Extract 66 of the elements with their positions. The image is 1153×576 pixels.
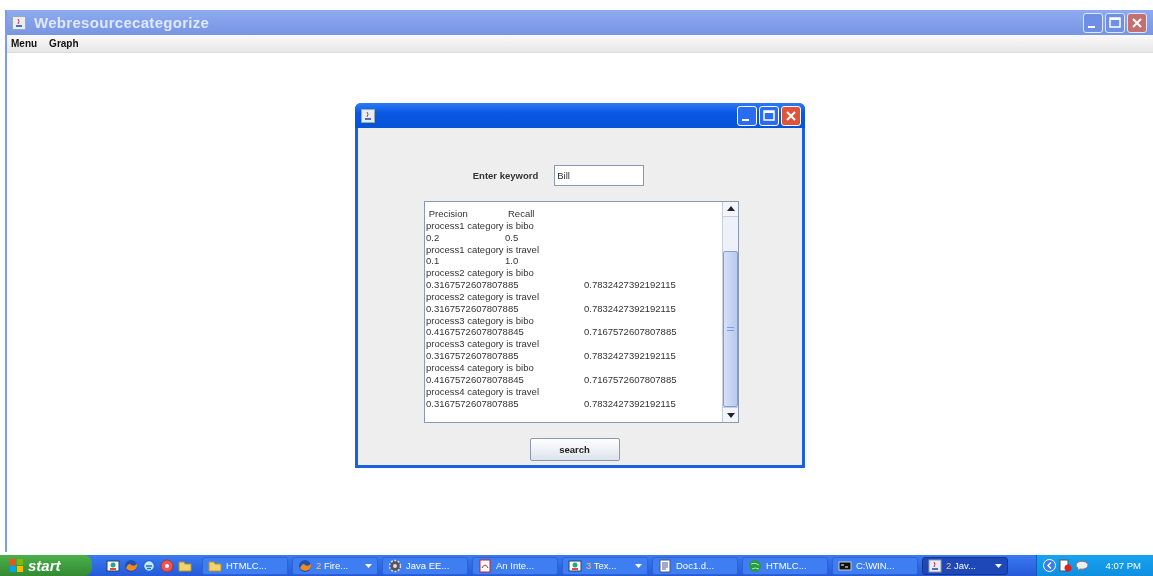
menu-item[interactable]: Menu (11, 38, 38, 49)
speech-bubble-icon[interactable] (1075, 559, 1089, 572)
scroll-down-icon[interactable] (726, 412, 735, 418)
taskbar-button[interactable]: 2 Fire... (292, 556, 378, 575)
console-icon (838, 558, 852, 573)
fox-globe-icon (298, 558, 312, 573)
person-screen-icon (568, 558, 582, 573)
output-line: process2 category is travel (426, 290, 540, 303)
document-icon (658, 558, 672, 573)
disc-icon[interactable] (160, 558, 174, 573)
output-line: process4 category is bibo (426, 361, 535, 374)
search-button[interactable]: search (529, 438, 620, 461)
taskbar-button[interactable]: Doc1.d... (652, 556, 738, 575)
output-line: 0.41675726078078845 0.7167572607807885 (426, 326, 678, 339)
windows-logo-icon (10, 559, 24, 572)
folder-icon (208, 558, 222, 573)
menu-item[interactable]: Graph (49, 38, 79, 49)
keyword-label: Enter keyword (472, 170, 539, 181)
output-line: 0.3167572607807885 0.7832427392192115 (426, 397, 677, 410)
minimize-icon (742, 118, 749, 121)
output-line: 0.1 1.0 (426, 255, 520, 268)
globe-icon (748, 558, 762, 573)
maximize-button[interactable] (1105, 12, 1125, 33)
output-line: process2 category is bibo (426, 267, 535, 280)
taskbar-button[interactable]: An Inte... (472, 556, 558, 575)
clock: 4:07 PM (1105, 560, 1141, 571)
scroll-thumb[interactable] (723, 250, 738, 408)
close-icon (1131, 16, 1143, 29)
java-cup-icon (928, 558, 942, 573)
taskbar-button[interactable]: HTMLC... (742, 556, 828, 575)
taskbar-button[interactable]: Java EE... (382, 556, 468, 575)
close-icon (785, 109, 797, 122)
output-line: process3 category is travel (426, 338, 540, 351)
e-globe-icon[interactable] (142, 558, 156, 573)
tray-device-icon[interactable] (1059, 559, 1072, 572)
java-cup-icon (12, 15, 26, 30)
minimize-button[interactable] (1083, 12, 1103, 33)
output-line: process1 category is bibo (426, 219, 535, 232)
maximize-icon (763, 109, 775, 122)
document-icon (478, 558, 492, 573)
gear-icon (388, 558, 402, 573)
taskbar-button[interactable]: C:\WIN... (832, 556, 918, 575)
output-line: 0.41675726078078845 0.7167572607807885 (426, 373, 678, 386)
folder-icon[interactable] (178, 558, 192, 573)
output-line: 0.3167572607807885 0.7832427392192115 (426, 279, 677, 291)
taskbar-button[interactable]: 2 Jav... (922, 556, 1008, 575)
window-title: Webresourcecategorize (34, 14, 210, 31)
output-line: Precision Recall (427, 208, 536, 220)
output-line: process3 category is bibo (426, 314, 535, 327)
output-line: process1 category is travel (426, 243, 540, 256)
output-line: process4 category is travel (426, 385, 540, 398)
scroll-up-icon[interactable] (726, 206, 735, 212)
maximize-icon (1109, 16, 1121, 29)
keyword-field[interactable]: Bill (554, 165, 645, 186)
java-cup-icon (361, 108, 375, 123)
vertical-scrollbar[interactable] (722, 202, 738, 422)
start-button[interactable]: start (0, 555, 92, 576)
taskbar-button[interactable]: HTMLC... (202, 556, 288, 575)
output-line: 0.3167572607807885 0.7832427392192115 (426, 302, 677, 315)
close-button[interactable] (1127, 12, 1147, 33)
output-line: 0.3167572607807885 0.7832427392192115 (426, 350, 677, 362)
minimize-icon (1088, 25, 1095, 28)
output-line: 0.2 0.5 (426, 231, 520, 244)
taskbar-button[interactable]: 3 Tex... (562, 556, 648, 575)
person-screen-icon[interactable] (106, 558, 120, 573)
chevron-icon[interactable] (1043, 559, 1056, 572)
